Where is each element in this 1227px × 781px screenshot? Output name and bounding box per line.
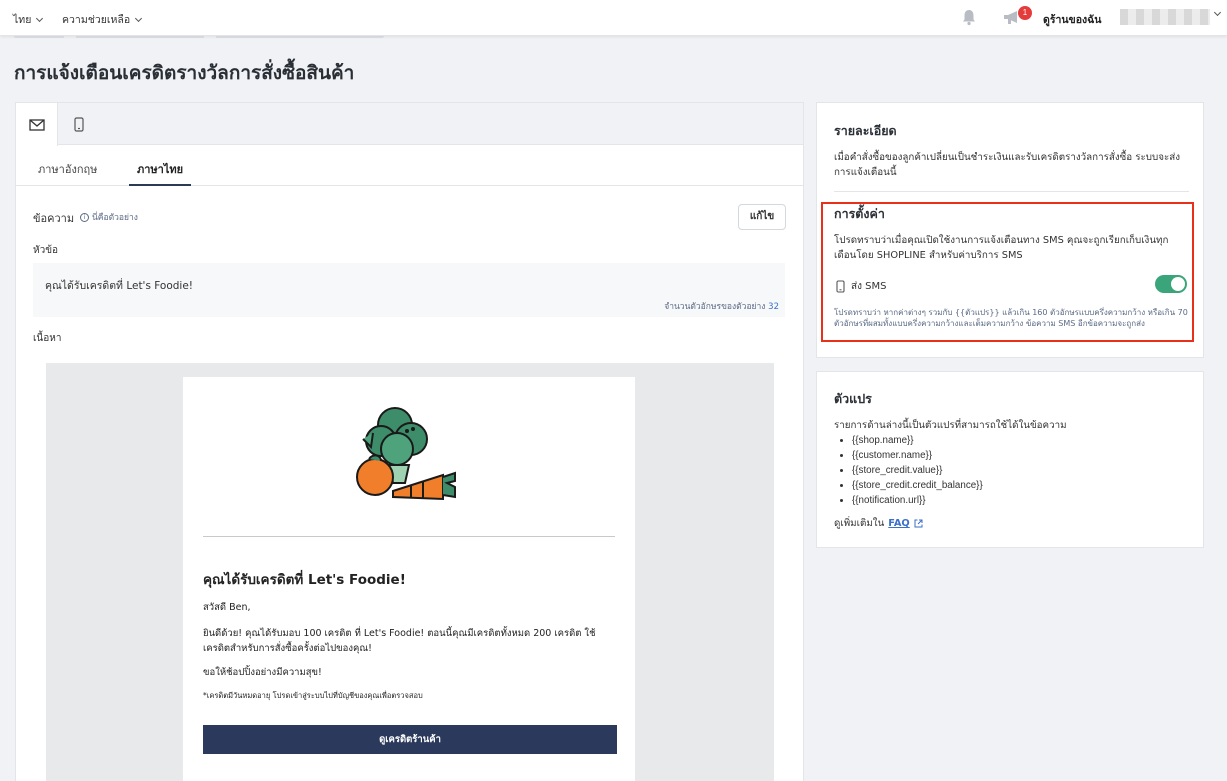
- body-label: เนื้อหา: [33, 333, 62, 344]
- message-label: ข้อความ: [33, 212, 75, 225]
- email-preview-area: คุณได้รับเครดิตที่ Let's Foodie! สวัสดี …: [46, 363, 774, 781]
- notification-badge: 1: [1018, 6, 1032, 20]
- email-wish: ขอให้ช้อปปิ้งอย่างมีความสุข!: [203, 667, 322, 678]
- email-divider: [203, 536, 615, 537]
- more-label: ดูเพิ่มเติมใน: [834, 518, 885, 529]
- variables-card: ตัวแปร รายการด้านล่างนี้เป็นตัวแปรที่สาม…: [816, 371, 1204, 548]
- top-bar: ไทย ความช่วยเหลือ 1 ดูร้านของฉัน: [0, 0, 1227, 36]
- variables-title: ตัวแปร: [834, 391, 872, 406]
- chevron-down-icon: [1213, 8, 1222, 17]
- subject-preview: คุณได้รับเครดิตที่ Let's Foodie! จำนวนตั…: [33, 263, 785, 317]
- tab-english[interactable]: ภาษาอังกฤษ: [38, 160, 97, 178]
- channel-tabs: [16, 103, 803, 146]
- settings-title: การตั้งค่า: [834, 206, 885, 221]
- user-menu[interactable]: [1120, 9, 1210, 25]
- mail-icon: [28, 118, 45, 131]
- sms-label: ส่ง SMS: [851, 281, 887, 292]
- help-menu[interactable]: ความช่วยเหลือ: [62, 11, 143, 28]
- details-description: เมื่อคำสั่งซื้อของลูกค้าเปลี่ยนเป็นชำระเ…: [834, 152, 1181, 178]
- chevron-down-icon: [36, 14, 44, 22]
- list-item: {{customer.name}}: [852, 448, 983, 463]
- chevron-down-icon: [135, 14, 143, 22]
- settings-text: โปรดทราบว่าเมื่อคุณเปิดใช้งานการแจ้งเตือ…: [834, 235, 1169, 261]
- shop-logo: [356, 407, 456, 501]
- char-count-value: 32: [768, 302, 779, 312]
- list-item: {{notification.url}}: [852, 493, 983, 508]
- email-heading: คุณได้รับเครดิตที่ Let's Foodie!: [203, 572, 406, 588]
- info-icon: i: [80, 212, 89, 222]
- subject-label: หัวข้อ: [33, 245, 59, 256]
- help-label: ความช่วยเหลือ: [62, 14, 131, 26]
- variables-description: รายการด้านล่างนี้เป็นตัวแปรที่สามารถใช้ไ…: [834, 420, 1067, 431]
- char-count-label: จำนวนตัวอักษรของตัวอย่าง: [664, 302, 766, 312]
- edit-button[interactable]: แก้ไข: [738, 204, 786, 230]
- view-store-link[interactable]: ดูร้านของฉัน: [1043, 11, 1101, 28]
- email-body: ยินดีด้วย! คุณได้รับมอบ 100 เครดิต ที่ L…: [203, 628, 596, 654]
- email-note: *เครดิตมีวันหมดอายุ โปรดเข้าสู่ระบบไปที่…: [203, 691, 423, 700]
- language-tabs: ภาษาอังกฤษ ภาษาไทย: [16, 146, 803, 186]
- language-label: ไทย: [13, 14, 32, 26]
- active-tab-indicator: [129, 184, 191, 186]
- external-link-icon[interactable]: [914, 519, 923, 528]
- list-item: {{store_credit.value}}: [852, 463, 983, 478]
- page-title: การแจ้งเตือนเครดิตรางวัลการสั่งซื้อสินค้…: [14, 62, 355, 84]
- bell-icon[interactable]: [960, 8, 978, 26]
- sms-note: โปรดทราบว่า หากค่าต่างๆ รวมกับ {{ตัวแปร}…: [834, 308, 1188, 328]
- example-hint-text: นี่คือตัวอย่าง: [92, 213, 138, 223]
- variables-list: {{shop.name}} {{customer.name}} {{store_…: [852, 433, 983, 508]
- details-title: รายละเอียด: [834, 123, 897, 138]
- mobile-icon: [836, 280, 845, 293]
- tab-thai[interactable]: ภาษาไทย: [137, 160, 183, 178]
- sms-row: ส่ง SMS: [836, 279, 887, 294]
- sms-toggle[interactable]: [1155, 275, 1187, 293]
- view-store-credit-button[interactable]: ดูเครดิตร้านค้า: [203, 725, 617, 754]
- message-editor-card: ภาษาอังกฤษ ภาษาไทย ข้อความ i นี่คือตัวอย…: [15, 102, 804, 781]
- divider: [834, 191, 1189, 192]
- details-card: รายละเอียด เมื่อคำสั่งซื้อของลูกค้าเปลี่…: [816, 102, 1204, 358]
- email-greeting: สวัสดี Ben,: [203, 602, 251, 613]
- faq-link[interactable]: FAQ: [888, 518, 909, 529]
- tab-email[interactable]: [16, 103, 58, 146]
- list-item: {{shop.name}}: [852, 433, 983, 448]
- subject-value: คุณได้รับเครดิตที่ Let's Foodie!: [45, 280, 194, 292]
- char-count: จำนวนตัวอักษรของตัวอย่าง 32: [664, 299, 779, 313]
- example-hint: i นี่คือตัวอย่าง: [80, 210, 138, 224]
- toggle-knob: [1171, 277, 1185, 291]
- email-preview: คุณได้รับเครดิตที่ Let's Foodie! สวัสดี …: [183, 377, 635, 781]
- mobile-icon: [74, 116, 84, 132]
- list-item: {{store_credit.credit_balance}}: [852, 478, 983, 493]
- tab-sms[interactable]: [58, 103, 100, 145]
- faq-row: ดูเพิ่มเติมใน FAQ: [834, 516, 923, 531]
- language-menu[interactable]: ไทย: [13, 11, 44, 28]
